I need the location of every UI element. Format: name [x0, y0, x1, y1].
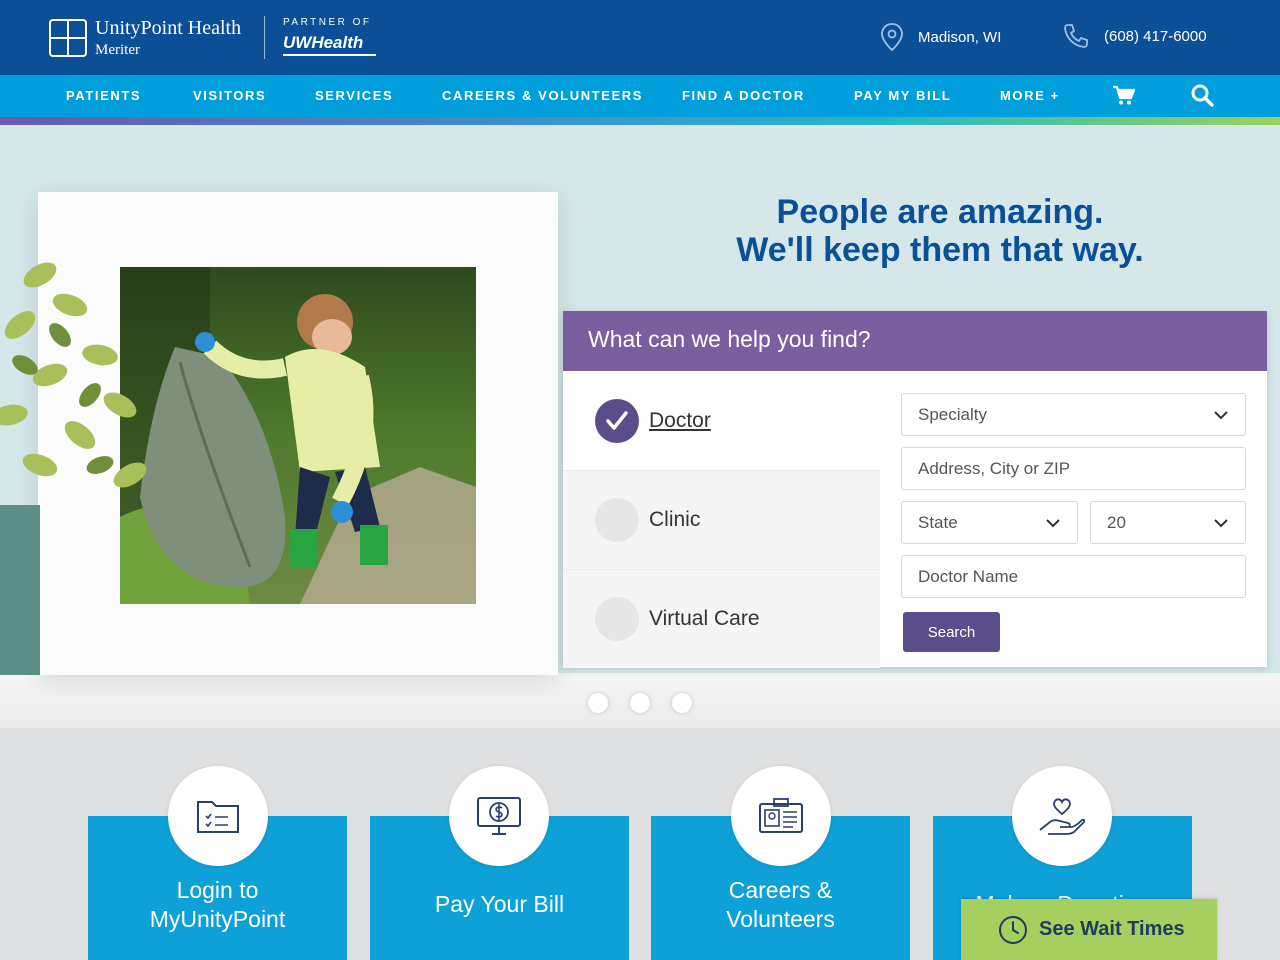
nav-visitors[interactable]: VISITORS	[193, 88, 266, 103]
search-icon[interactable]	[1190, 83, 1214, 107]
card-careers-line-2: Volunteers	[726, 906, 835, 932]
state-placeholder: State	[918, 512, 958, 532]
phone-link[interactable]: (608) 417-6000	[1062, 22, 1207, 50]
radio-unchecked-icon	[595, 498, 639, 542]
phone-text: (608) 417-6000	[1104, 27, 1207, 45]
main-nav: PATIENTS VISITORS SERVICES CAREERS & VOL…	[0, 75, 1280, 117]
address-placeholder: Address, City or ZIP	[918, 458, 1071, 478]
brand-sub: Meriter	[95, 42, 140, 58]
accent-strip	[0, 117, 1280, 125]
nav-services[interactable]: SERVICES	[315, 88, 393, 103]
phone-icon	[1064, 24, 1088, 48]
nav-more[interactable]: MORE +	[1000, 88, 1060, 103]
card-login-line-1: Login to	[176, 877, 259, 903]
hero-banner: People are amazing. We'll keep them that…	[0, 125, 1280, 728]
heart-hand-icon	[1012, 766, 1112, 866]
headline-line-2: We'll keep them that way.	[736, 231, 1144, 269]
chevron-down-icon	[1046, 519, 1060, 528]
option-clinic[interactable]: Clinic	[563, 470, 880, 569]
partner-of-label: PARTNER OF	[283, 17, 372, 28]
specialty-select[interactable]: Specialty	[901, 393, 1246, 436]
carousel-dot-3[interactable]	[672, 693, 692, 713]
specialty-placeholder: Specialty	[918, 404, 987, 424]
option-virtual-care-label: Virtual Care	[649, 607, 760, 630]
map-pin-icon	[881, 23, 903, 52]
radio-unchecked-icon	[595, 597, 639, 641]
headline-line-1: People are amazing.	[776, 193, 1104, 231]
chevron-down-icon	[1214, 411, 1228, 420]
see-wait-times-button[interactable]: See Wait Times	[961, 899, 1217, 960]
location-text: Madison, WI	[918, 28, 1002, 46]
finder-panel: What can we help you find? Doctor Clinic…	[563, 311, 1267, 668]
see-wait-times-label: See Wait Times	[1039, 918, 1185, 940]
plant-decoration	[0, 262, 147, 675]
finder-title: What can we help you find?	[563, 311, 1267, 371]
location-link[interactable]: Madison, WI	[880, 22, 1001, 52]
option-clinic-label: Clinic	[649, 508, 701, 531]
carousel-dots	[588, 693, 714, 713]
cart-icon[interactable]	[1112, 83, 1136, 107]
doctor-name-input[interactable]: Doctor Name	[901, 555, 1246, 598]
brand-name: UnityPoint Health	[95, 17, 242, 39]
monitor-dollar-icon	[449, 766, 549, 866]
carousel-dot-2[interactable]	[630, 693, 650, 713]
address-input[interactable]: Address, City or ZIP	[901, 447, 1246, 490]
clock-icon	[999, 915, 1027, 944]
nav-patients[interactable]: PATIENTS	[66, 88, 141, 103]
partner-logo[interactable]: PARTNER OF UWHealth	[283, 17, 376, 56]
folder-checklist-icon	[168, 766, 268, 866]
top-header: UnityPoint Health Meriter PARTNER OF UWH…	[0, 0, 1280, 75]
site-logo[interactable]: UnityPoint Health Meriter	[49, 17, 241, 59]
radius-value: 20	[1107, 512, 1126, 532]
state-select[interactable]: State	[901, 501, 1078, 544]
nav-pay-my-bill[interactable]: PAY MY BILL	[854, 88, 951, 103]
page: UnityPoint Health Meriter PARTNER OF UWH…	[0, 0, 1280, 960]
search-button[interactable]: Search	[903, 612, 1000, 652]
option-doctor-label: Doctor	[649, 408, 711, 432]
nav-find-a-doctor[interactable]: FIND A DOCTOR	[682, 88, 805, 103]
logo-divider	[264, 16, 265, 59]
option-virtual-care[interactable]: Virtual Care	[563, 569, 880, 668]
radius-select[interactable]: 20	[1090, 501, 1246, 544]
id-badge-icon	[731, 766, 831, 866]
card-pay-bill-label: Pay Your Bill	[434, 891, 565, 917]
unitypoint-cross-icon	[49, 18, 87, 57]
card-careers-line-1: Careers &	[728, 877, 833, 903]
doctor-name-placeholder: Doctor Name	[918, 566, 1019, 586]
partner-brand: UWHealth	[283, 33, 376, 56]
chevron-down-icon	[1214, 519, 1228, 528]
radio-checked-icon	[595, 398, 639, 443]
hero-headline: People are amazing. We'll keep them that…	[680, 193, 1200, 269]
carousel-dot-1[interactable]	[588, 693, 608, 713]
nav-careers-volunteers[interactable]: CAREERS & VOLUNTEERS	[442, 88, 643, 103]
option-doctor[interactable]: Doctor	[563, 371, 880, 470]
card-login-line-2: MyUnityPoint	[149, 906, 286, 932]
